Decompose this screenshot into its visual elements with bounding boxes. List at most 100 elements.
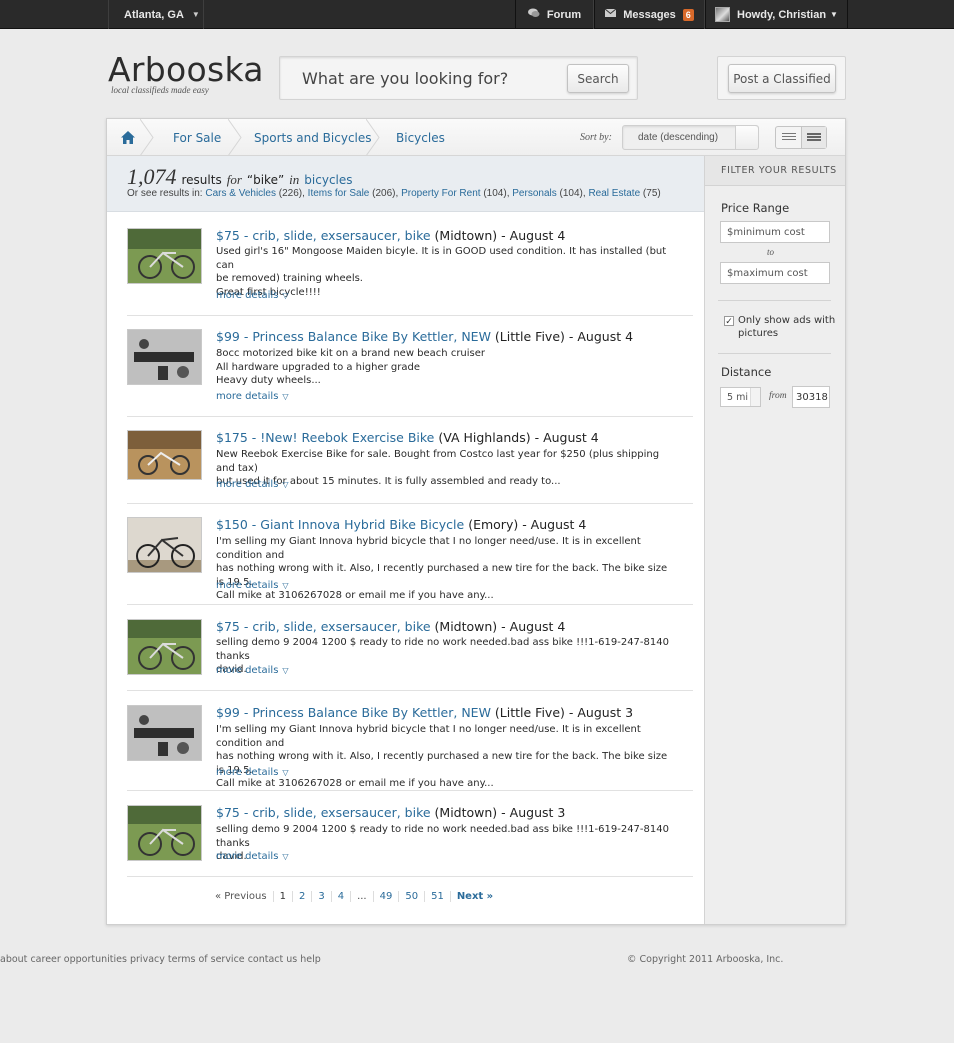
listing-title-link[interactable]: $175 - !New! Reebok Exercise Bike	[216, 430, 434, 445]
post-classified-button[interactable]: Post a Classified	[728, 64, 836, 93]
previous-page-link[interactable]: « Previous	[215, 891, 273, 902]
sort-select[interactable]: date (descending)	[622, 125, 759, 150]
more-details-link[interactable]: more details ▽	[216, 290, 289, 301]
chevron-down-icon: ▽	[282, 392, 289, 401]
select-knob	[735, 126, 758, 149]
footer-link-help[interactable]: help	[300, 954, 321, 965]
list-item: $75 - crib, slide, exsersaucer, bike (Mi…	[127, 228, 693, 316]
footer-link-careers[interactable]: career opportunities	[30, 954, 127, 965]
messages-link[interactable]: Messages 6	[594, 0, 705, 29]
divider	[718, 353, 831, 354]
more-details-link[interactable]: more details ▽	[216, 665, 289, 676]
listing-location: (Midtown)	[434, 228, 498, 243]
breadcrumb-sports-and-bicycles[interactable]: Sports and Bicycles	[254, 119, 372, 156]
more-details-label: more details	[216, 851, 279, 862]
listing-thumbnail[interactable]	[127, 329, 202, 385]
listing-description: I'm selling my Giant Innova hybrid bicyc…	[216, 535, 671, 603]
category-count: (206)	[372, 188, 396, 199]
zip-field[interactable]	[792, 386, 830, 408]
compact-view-button[interactable]	[801, 127, 826, 148]
more-details-label: more details	[216, 767, 279, 778]
page-link[interactable]: 49	[372, 891, 399, 902]
logo[interactable]: Arbooska local classifieds made easy	[108, 53, 264, 96]
listing-location: (Little Five)	[494, 329, 565, 344]
listing-title-link[interactable]: $99 - Princess Balance Bike By Kettler, …	[216, 329, 491, 344]
forum-link[interactable]: Forum	[515, 0, 594, 29]
listing-thumbnail[interactable]	[127, 517, 202, 573]
min-price-field[interactable]	[720, 221, 830, 243]
listing-title-link[interactable]: $75 - crib, slide, exsersaucer, bike	[216, 619, 431, 634]
listing-title-link[interactable]: $99 - Princess Balance Bike By Kettler, …	[216, 705, 491, 720]
listing-thumbnail[interactable]	[127, 430, 202, 480]
footer-link-terms[interactable]: terms of service	[168, 954, 245, 965]
listing-date: - August 3	[568, 705, 634, 720]
listing-title-link[interactable]: $75 - crib, slide, exsersaucer, bike	[216, 805, 431, 820]
sort-by-label: Sort by:	[580, 132, 612, 143]
more-details-link[interactable]: more details ▽	[216, 767, 289, 778]
pictures-only-label[interactable]: Only show ads with pictures	[738, 314, 838, 340]
listing-location: (Emory)	[468, 517, 519, 532]
page-link[interactable]: 2	[291, 891, 311, 902]
listing-location: (Midtown)	[434, 805, 498, 820]
page-link[interactable]: 51	[424, 891, 450, 902]
description-line: Call mike at 3106267028 or email me if y…	[216, 590, 494, 601]
footer: about career opportunities privacy terms…	[0, 954, 954, 968]
description-line: Call mike at 3106267028 or email me if y…	[216, 778, 494, 789]
distance-select[interactable]: 5 mi	[720, 387, 761, 407]
category-link-property-for-rent[interactable]: Property For Rent	[401, 188, 480, 199]
description-line: All hardware upgraded to a higher grade	[216, 361, 421, 373]
compact-view-icon	[807, 133, 821, 142]
caret-down-icon: ▼	[191, 10, 200, 19]
more-details-link[interactable]: more details ▽	[216, 391, 289, 402]
page-link[interactable]: 4	[330, 891, 350, 902]
listing-thumbnail[interactable]	[127, 705, 202, 761]
next-page-link[interactable]: Next »	[449, 891, 499, 902]
footer-link-privacy[interactable]: privacy	[130, 954, 165, 965]
chevron-down-icon: ▽	[282, 768, 289, 777]
user-menu[interactable]: Howdy, Christian ▼	[705, 0, 848, 29]
breadcrumb-for-sale[interactable]: For Sale	[173, 119, 221, 156]
home-icon[interactable]	[121, 119, 135, 156]
listing-thumbnail[interactable]	[127, 619, 202, 675]
footer-link-contact[interactable]: contact us	[248, 954, 298, 965]
listing-thumbnail[interactable]	[127, 228, 202, 284]
breadcrumb-separator	[140, 119, 154, 156]
category-link-real-estate[interactable]: Real Estate	[588, 188, 640, 199]
category-link-items-for-sale[interactable]: Items for Sale	[308, 188, 370, 199]
listing-date: - August 4	[522, 517, 587, 532]
more-details-link[interactable]: more details ▽	[216, 479, 289, 490]
listing-title-link[interactable]: $150 - Giant Innova Hybrid Bike Bicycle	[216, 517, 464, 532]
from-label: from	[769, 391, 787, 401]
location-selector[interactable]: Atlanta, GA ▼	[108, 0, 204, 29]
listing-location: (Midtown)	[434, 619, 498, 634]
distance-value: 5 mi	[727, 391, 748, 403]
chevron-down-icon: ▽	[282, 852, 289, 861]
more-details-link[interactable]: more details ▽	[216, 580, 289, 591]
filter-heading: FILTER YOUR RESULTS	[705, 156, 845, 186]
forum-label: Forum	[546, 8, 582, 21]
listing-thumbnail[interactable]	[127, 805, 202, 861]
list-item: $75 - crib, slide, exsersaucer, bike (Mi…	[127, 619, 693, 691]
category-link-cars-vehicles[interactable]: Cars & Vehicles	[205, 188, 276, 199]
list-view-button[interactable]	[776, 127, 801, 148]
pictures-only-checkbox[interactable]: ✓	[724, 316, 734, 326]
more-details-link[interactable]: more details ▽	[216, 851, 289, 862]
search-button[interactable]: Search	[567, 64, 629, 93]
breadcrumb-bicycles[interactable]: Bicycles	[396, 119, 445, 156]
listing-location: (Little Five)	[494, 705, 565, 720]
category-link-personals[interactable]: Personals	[512, 188, 556, 199]
search-input[interactable]	[302, 67, 552, 89]
chevron-down-icon: ▽	[282, 291, 289, 300]
list-item: $99 - Princess Balance Bike By Kettler, …	[127, 329, 693, 417]
page-link[interactable]: 3	[311, 891, 330, 902]
page-link[interactable]: 50	[398, 891, 424, 902]
max-price-field[interactable]	[720, 262, 830, 284]
category-count: (104)	[559, 188, 583, 199]
footer-link-about[interactable]: about	[0, 954, 27, 965]
listing-title-link[interactable]: $75 - crib, slide, exsersaucer, bike	[216, 228, 431, 243]
listing-date: - August 4	[568, 329, 634, 344]
more-details-label: more details	[216, 479, 279, 490]
results-category-link[interactable]: bicycles	[304, 173, 352, 187]
distance-label: Distance	[721, 365, 772, 379]
more-details-label: more details	[216, 391, 279, 402]
